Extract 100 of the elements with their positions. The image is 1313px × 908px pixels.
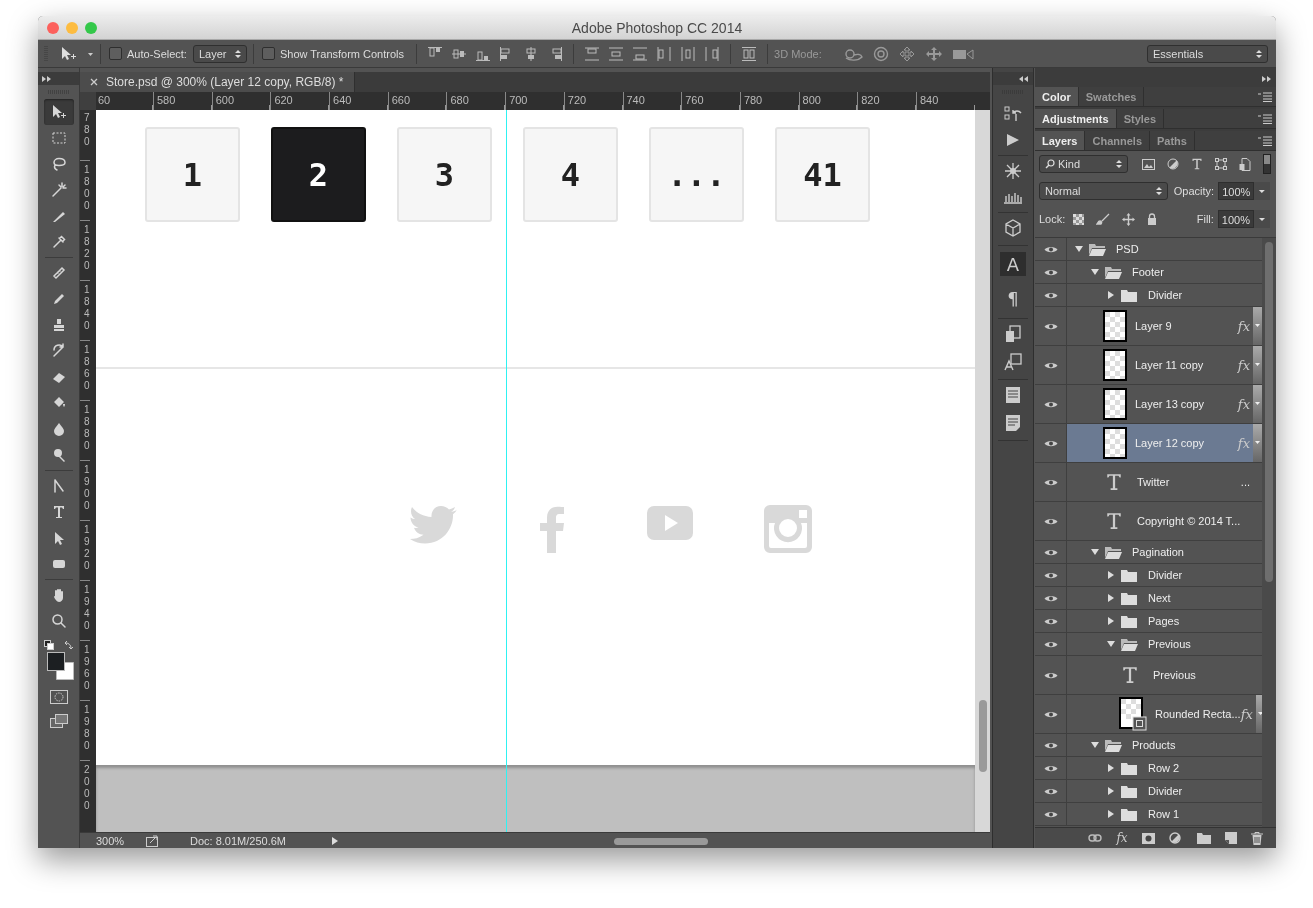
fill-field[interactable]: 100% — [1217, 210, 1254, 228]
opacity-field[interactable]: 100% — [1218, 182, 1255, 200]
foreground-color-swatch[interactable] — [46, 652, 65, 671]
document-icon[interactable] — [1005, 414, 1021, 432]
distribute-icon[interactable] — [704, 45, 721, 62]
panel-menu-icon[interactable] — [1258, 91, 1272, 102]
eye-icon[interactable] — [1043, 709, 1058, 719]
swap-colors-icon[interactable] — [63, 640, 74, 650]
auto-align-icon[interactable] — [741, 45, 758, 62]
disclosure-triangle-icon[interactable] — [1091, 548, 1099, 556]
scrollbar-thumb[interactable] — [1265, 242, 1273, 582]
background-color-swatch[interactable] — [55, 662, 74, 680]
disclosure-triangle-icon[interactable] — [1107, 640, 1115, 648]
eye-icon[interactable] — [1043, 290, 1058, 300]
panel-toggle[interactable]: ¶ — [1000, 286, 1026, 310]
eye-icon[interactable] — [1043, 639, 1058, 649]
panel-tab[interactable]: Swatches — [1078, 87, 1145, 106]
screen-mode-icon[interactable] — [49, 714, 68, 728]
layer-item[interactable]: Layer 11 copy fx — [1067, 346, 1262, 384]
export-icon[interactable] — [146, 834, 160, 847]
layer-item[interactable]: Layer 13 copy fx — [1067, 385, 1262, 423]
smart-object-icon[interactable] — [1239, 157, 1251, 171]
layer-item[interactable]: Footer — [1067, 261, 1262, 283]
layer-item[interactable]: PSD — [1067, 238, 1262, 260]
eye-icon[interactable] — [1043, 516, 1058, 526]
layer-item[interactable]: Copyright © 2014 T... — [1067, 502, 1262, 540]
collapse-icon[interactable] — [1019, 74, 1029, 83]
trash-icon[interactable] — [1250, 831, 1263, 845]
move-tool-preset-icon[interactable] — [60, 45, 94, 62]
history-icon[interactable] — [1004, 105, 1022, 123]
eye-icon[interactable] — [1043, 321, 1058, 331]
layer-item[interactable]: Divider — [1067, 780, 1262, 802]
roll-icon[interactable] — [871, 45, 890, 62]
link-icon[interactable] — [1088, 834, 1103, 842]
layer-item[interactable]: Pagination — [1067, 541, 1262, 563]
eye-icon[interactable] — [1043, 360, 1058, 370]
tool-button[interactable] — [43, 99, 74, 125]
workspace-dropdown[interactable]: Essentials — [1147, 44, 1268, 63]
effects-dropdown[interactable] — [1255, 695, 1262, 733]
distribute-icon[interactable] — [656, 45, 673, 62]
disclosure-triangle-icon[interactable] — [1091, 268, 1099, 276]
disclosure-triangle-icon[interactable] — [1091, 741, 1099, 749]
layer-item[interactable]: Layer 9 fx — [1067, 307, 1262, 345]
checkbox[interactable] — [261, 47, 275, 60]
layer-item[interactable]: Divider — [1067, 564, 1262, 586]
effects-dropdown[interactable] — [1253, 424, 1262, 462]
layer-item[interactable]: Rounded Recta...fx — [1067, 695, 1262, 733]
distribute-icon[interactable] — [632, 45, 649, 62]
clone-icon[interactable] — [1004, 325, 1022, 343]
half-circle-icon[interactable] — [1167, 158, 1179, 170]
effects-dropdown[interactable] — [1253, 385, 1262, 423]
folder-icon[interactable] — [1196, 832, 1211, 844]
layer-item[interactable]: Next — [1067, 587, 1262, 609]
panel-tab[interactable]: Channels — [1085, 131, 1150, 150]
eye-icon[interactable] — [1043, 763, 1058, 773]
panel-toggle[interactable]: A — [1000, 252, 1026, 276]
play-icon[interactable] — [1006, 133, 1020, 147]
layer-item[interactable]: Twitter ... — [1067, 463, 1262, 501]
layer-style-icon[interactable] — [1004, 353, 1022, 371]
new-layer-icon[interactable] — [1224, 832, 1237, 844]
pan-icon[interactable] — [897, 45, 916, 62]
checkerboard-icon[interactable] — [1073, 213, 1085, 225]
eye-icon[interactable] — [1043, 267, 1058, 277]
eye-icon[interactable] — [1043, 438, 1058, 448]
disclosure-triangle-icon[interactable] — [1107, 787, 1115, 795]
close-icon[interactable] — [90, 78, 98, 86]
distribute-icon[interactable] — [584, 45, 601, 62]
disclosure-triangle-icon[interactable] — [1107, 617, 1115, 625]
cube-icon[interactable] — [1004, 219, 1022, 237]
eye-icon[interactable] — [1043, 786, 1058, 796]
disclosure-triangle-icon[interactable] — [1107, 291, 1115, 299]
layer-item[interactable]: Previous — [1067, 656, 1262, 694]
starburst-icon[interactable] — [1004, 162, 1022, 180]
panel-tab[interactable]: Color — [1035, 87, 1079, 106]
lock-icon[interactable] — [1147, 213, 1158, 225]
panel-tab[interactable]: Adjustments — [1035, 109, 1117, 128]
effects-dropdown[interactable] — [1253, 346, 1262, 384]
checkbox[interactable] — [109, 47, 122, 60]
eye-icon[interactable] — [1043, 593, 1058, 603]
default-colors-icon[interactable] — [43, 640, 54, 650]
eye-icon[interactable] — [1043, 244, 1058, 254]
eye-icon[interactable] — [1043, 477, 1058, 487]
disclosure-triangle-icon[interactable] — [1107, 571, 1115, 579]
eye-icon[interactable] — [1043, 547, 1058, 557]
add-style-button[interactable]: fx — [1116, 831, 1128, 845]
type-icon[interactable] — [1191, 158, 1203, 170]
adjustment-icon[interactable] — [1168, 832, 1183, 844]
disclosure-triangle-icon[interactable] — [1107, 594, 1115, 602]
brushes-icon[interactable] — [1003, 190, 1023, 204]
layer-item[interactable]: Row 1 — [1067, 803, 1262, 825]
filter-dropdown[interactable]: Kind — [1039, 155, 1128, 173]
panel-tab[interactable]: Styles — [1116, 109, 1165, 128]
layer-item[interactable]: Pages — [1067, 610, 1262, 632]
disclosure-triangle-icon[interactable] — [1107, 810, 1115, 818]
disclosure-triangle-icon[interactable] — [1075, 245, 1083, 253]
layer-item[interactable]: Divider — [1067, 284, 1262, 306]
mask-icon[interactable] — [1141, 832, 1155, 844]
play-icon[interactable] — [332, 836, 338, 845]
panel-menu-icon[interactable] — [1258, 113, 1272, 124]
scrollbar-thumb[interactable] — [614, 837, 708, 845]
